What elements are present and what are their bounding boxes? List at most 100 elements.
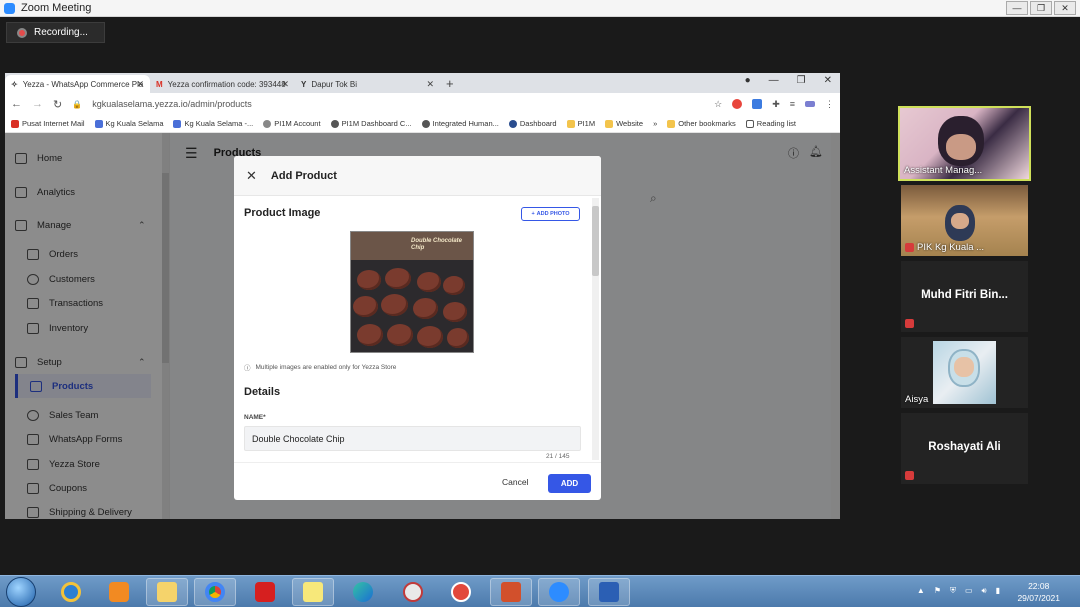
window-controls: — ❐ ✕ <box>1006 1 1076 15</box>
muted-mic-icon <box>905 471 914 480</box>
profile-icon[interactable]: ● <box>745 75 751 86</box>
system-clock[interactable]: 22:08 29/07/2021 <box>1017 580 1060 604</box>
usb-icon[interactable]: ▭ <box>965 586 973 596</box>
tab-close-icon[interactable]: ✕ <box>281 79 289 90</box>
recording-indicator[interactable]: Recording... <box>6 22 105 43</box>
name-char-counter: 21 / 145 <box>546 453 570 460</box>
new-tab-button[interactable]: + <box>446 75 454 93</box>
bookmarks-overflow[interactable]: » <box>653 119 657 128</box>
participant-tile[interactable]: Muhd Fitri Bin... <box>901 261 1028 332</box>
tab-strip: ✧ Yezza - WhatsApp Commerce Pla ✕ M Yezz… <box>5 73 840 93</box>
add-button[interactable]: ADD <box>548 474 591 493</box>
news-extension-icon[interactable] <box>752 99 763 109</box>
bookmark-item[interactable]: Kg Kuala Selama <box>94 119 163 128</box>
taskbar-edge[interactable] <box>342 578 384 606</box>
reading-list-button[interactable]: Reading list <box>745 119 796 128</box>
participant-tile[interactable]: PIK Kg Kuala ... <box>901 185 1028 256</box>
tab-close-icon[interactable]: ✕ <box>426 79 434 90</box>
edge-icon <box>353 582 373 602</box>
taskbar-powerpoint[interactable] <box>490 578 532 606</box>
reading-list-icon[interactable]: ≡ <box>790 99 795 109</box>
participant-tile[interactable]: Aisya <box>901 337 1028 408</box>
folder-icon <box>157 582 177 602</box>
participant-tile[interactable]: Assistant Manag... <box>898 106 1031 181</box>
taskbar-ie[interactable] <box>50 578 92 606</box>
product-name-input[interactable]: Double Chocolate Chip <box>244 426 581 451</box>
bookmark-folder[interactable]: PI1M <box>566 119 595 128</box>
extension-icon[interactable] <box>732 99 743 109</box>
name-label: NAME* <box>244 414 266 421</box>
participant-name: Assistant Manag... <box>904 165 983 176</box>
reload-icon[interactable]: ↻ <box>53 98 62 111</box>
bookmark-folder[interactable]: Website <box>605 119 643 128</box>
bookmark-folder[interactable]: Other bookmarks <box>667 119 736 128</box>
cookie <box>443 276 465 295</box>
modal-scroll-thumb[interactable] <box>592 206 599 276</box>
taskbar-acrobat[interactable] <box>244 578 286 606</box>
browser-window-controls: ● — ❐ ✕ <box>745 75 832 86</box>
tab-dapur[interactable]: Y Dapur Tok Bi ✕ <box>295 75 440 93</box>
bookmark-item[interactable]: PI1M Account <box>263 119 321 128</box>
muted-mic-icon <box>905 243 914 252</box>
modal-header: ✕ Add Product <box>234 156 601 196</box>
muted-mic-icon <box>905 319 914 328</box>
bookmark-item[interactable]: PI1M Dashboard C... <box>330 119 412 128</box>
close-button[interactable]: ✕ <box>1054 1 1076 15</box>
taskbar-media-player[interactable] <box>98 578 140 606</box>
security-icon[interactable]: ⛨ <box>950 586 956 596</box>
folder-icon <box>667 119 676 128</box>
browser-close-icon[interactable]: ✕ <box>824 75 832 86</box>
signal-icon[interactable]: ▮ <box>996 586 1000 596</box>
close-icon[interactable]: ✕ <box>246 168 257 184</box>
browser-restore-icon[interactable]: ❐ <box>797 75 806 86</box>
app-icon <box>451 582 471 602</box>
tab-favicon-icon: ✧ <box>11 79 18 89</box>
puzzle-icon[interactable]: ✚ <box>772 99 780 110</box>
taskbar-sticky-notes[interactable] <box>292 578 334 606</box>
lock-icon: 🔒 <box>72 99 83 109</box>
participant-name: Aisya <box>905 394 929 405</box>
back-icon[interactable]: ← <box>11 98 22 110</box>
bookmark-item[interactable]: Kg Kuala Selama -... <box>173 119 253 128</box>
url-input[interactable]: kgkualaselama.yezza.io/admin/products <box>92 99 704 109</box>
cookie <box>385 268 411 289</box>
taskbar-explorer[interactable] <box>146 578 188 606</box>
start-button[interactable] <box>6 577 36 607</box>
participant-tile[interactable]: Roshayati Ali <box>901 413 1028 484</box>
browser-minimize-icon[interactable]: — <box>769 75 779 86</box>
tray-expand-icon[interactable]: ▲ <box>917 586 925 596</box>
taskbar-word[interactable] <box>588 578 630 606</box>
system-tray: ▲ ⚑ ⛨ ▭ 🔊︎ ▮ <box>917 586 1000 596</box>
tab-gmail[interactable]: M Yezza confirmation code: 393448 ✕ <box>150 75 295 93</box>
volume-icon[interactable]: 🔊︎ <box>982 586 987 596</box>
bookmark-icon <box>330 119 339 128</box>
window-title: Zoom Meeting <box>21 2 92 14</box>
bookmark-item[interactable]: Dashboard <box>508 119 557 128</box>
taskbar-snipping-tool[interactable] <box>392 578 434 606</box>
forward-icon[interactable]: → <box>32 98 43 110</box>
taskbar-app[interactable] <box>440 578 482 606</box>
cancel-button[interactable]: Cancel <box>502 477 528 487</box>
cookie <box>357 270 381 290</box>
menu-icon[interactable]: ⋮ <box>825 99 834 110</box>
bookmark-item[interactable]: Integrated Human... <box>421 119 499 128</box>
taskbar-zoom[interactable] <box>538 578 580 606</box>
record-icon <box>17 27 27 38</box>
tab-yezza[interactable]: ✧ Yezza - WhatsApp Commerce Pla ✕ <box>5 75 150 93</box>
account-icon[interactable] <box>805 101 815 107</box>
taskbar-chrome[interactable] <box>194 578 236 606</box>
action-center-icon[interactable]: ⚑ <box>934 586 941 596</box>
minimize-button[interactable]: — <box>1006 1 1028 15</box>
product-photo[interactable]: Double Chocolate Chip <box>350 231 474 353</box>
bookmark-star-icon[interactable]: ☆ <box>714 99 722 110</box>
add-photo-button[interactable]: + ADD PHOTO <box>521 207 580 221</box>
tab-label: Dapur Tok Bi <box>311 79 357 89</box>
maximize-button[interactable]: ❐ <box>1030 1 1052 15</box>
zoom-app-icon <box>4 2 15 14</box>
product-image-heading: Product Image <box>244 207 321 219</box>
zoom-icon <box>549 582 569 602</box>
bookmark-item[interactable]: Pusat Internet Mail <box>11 119 85 128</box>
multi-image-note: ⓘ Multiple images are enabled only for Y… <box>244 363 397 373</box>
tab-close-icon[interactable]: ✕ <box>136 79 144 90</box>
details-heading: Details <box>244 386 281 398</box>
